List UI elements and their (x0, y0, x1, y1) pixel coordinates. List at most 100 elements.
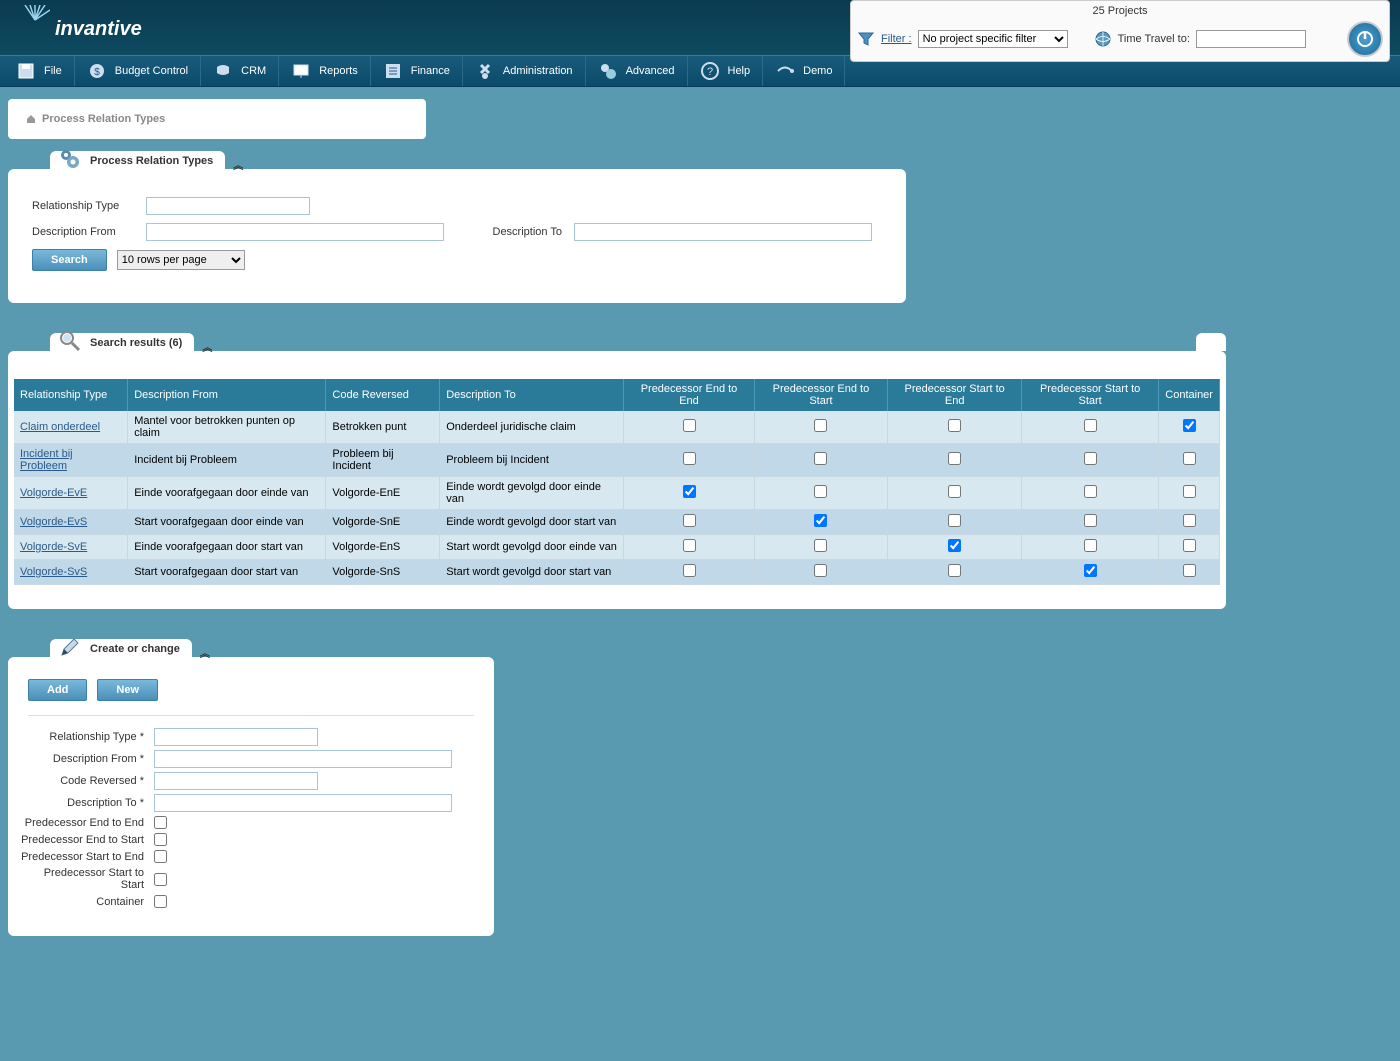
checkbox[interactable] (1084, 485, 1097, 498)
checkbox[interactable] (948, 485, 961, 498)
relationship-type-link[interactable]: Volgorde-SvE (20, 541, 87, 553)
menu-label: Advanced (626, 65, 675, 77)
checkbox[interactable] (814, 564, 827, 577)
checkbox[interactable] (948, 452, 961, 465)
advanced-icon (598, 61, 618, 81)
filter-select[interactable]: No project specific filter (918, 30, 1068, 48)
new-button[interactable]: New (97, 679, 158, 701)
timetravel-label: Time Travel to: (1118, 33, 1190, 45)
table-row: Claim onderdeel Mantel voor betrokken pun… (14, 411, 1220, 444)
checkbox[interactable] (1183, 539, 1196, 552)
relationship-type-link[interactable]: Volgorde-SvS (20, 566, 87, 578)
edit-pss-checkbox[interactable] (154, 873, 167, 886)
power-button[interactable] (1347, 21, 1383, 57)
menu-item-demo[interactable]: Demo (763, 56, 845, 86)
menu-item-crm[interactable]: CRM (201, 56, 279, 86)
edit-pes-checkbox[interactable] (154, 833, 167, 846)
checkbox[interactable] (948, 539, 961, 552)
cell: Volgorde-EnS (326, 535, 440, 560)
rows-per-page-select[interactable]: 10 rows per page (117, 250, 245, 270)
checkbox[interactable] (948, 564, 961, 577)
checkbox[interactable] (1183, 514, 1196, 527)
checkbox[interactable] (1084, 419, 1097, 432)
checkbox[interactable] (683, 452, 696, 465)
checkbox[interactable] (814, 539, 827, 552)
cell: Probleem bij Incident (440, 444, 624, 477)
logo-text: invantive (55, 18, 142, 40)
edit-pee-checkbox[interactable] (154, 816, 167, 829)
description-to-input[interactable] (574, 223, 872, 241)
search-button[interactable]: Search (32, 249, 107, 271)
menu-item-advanced[interactable]: Advanced (586, 56, 688, 86)
edit-relationship-type-input[interactable] (154, 728, 318, 746)
cell: Incident bij Probleem (128, 444, 326, 477)
description-from-input[interactable] (146, 223, 444, 241)
relationship-type-link[interactable]: Volgorde-EvS (20, 516, 87, 528)
home-icon (26, 114, 36, 124)
checkbox[interactable] (683, 485, 696, 498)
checkbox[interactable] (1084, 452, 1097, 465)
menu-item-reports[interactable]: Reports (279, 56, 371, 86)
checkbox[interactable] (683, 539, 696, 552)
relationship-type-link[interactable]: Incident bij Probleem (20, 448, 73, 472)
checkbox[interactable] (1084, 514, 1097, 527)
description-from-label: Description From (32, 226, 146, 238)
checkbox[interactable] (1183, 564, 1196, 577)
checkbox[interactable] (814, 514, 827, 527)
edit-description-to-input[interactable] (154, 794, 452, 812)
checkbox[interactable] (683, 419, 696, 432)
collapse-icon[interactable]: ︽ (233, 157, 243, 172)
edit-description-from-input[interactable] (154, 750, 452, 768)
checkbox[interactable] (948, 514, 961, 527)
cell: Einde wordt gevolgd door start van (440, 510, 624, 535)
cell: Volgorde-SnS (326, 560, 440, 585)
demo-icon (775, 61, 795, 81)
edit-container-label: Container (18, 896, 154, 908)
cell: Volgorde-EnE (326, 477, 440, 510)
collapse-icon[interactable]: ︽ (202, 339, 212, 354)
timetravel-input[interactable] (1196, 30, 1306, 48)
filter-link[interactable]: Filter : (881, 33, 912, 45)
menu-item-help[interactable]: ? Help (688, 56, 764, 86)
column-header: Predecessor Start to End (888, 379, 1022, 411)
edit-code-reversed-input[interactable] (154, 772, 318, 790)
cell: Start voorafgegaan door start van (128, 560, 326, 585)
menu-item-administration[interactable]: Administration (463, 56, 586, 86)
checkbox[interactable] (814, 452, 827, 465)
corner-tab (1196, 333, 1226, 351)
collapse-icon[interactable]: ︽ (200, 645, 210, 660)
checkbox[interactable] (1084, 564, 1097, 577)
menu-item-budget-control[interactable]: $Budget Control (75, 56, 201, 86)
checkbox[interactable] (1084, 539, 1097, 552)
search-title: Process Relation Types (90, 155, 213, 167)
relationship-type-link[interactable]: Claim onderdeel (20, 421, 100, 433)
edit-container-checkbox[interactable] (154, 895, 167, 908)
results-panel: Search results (6) ︽ Relationship TypeDe… (8, 351, 1226, 609)
checkbox[interactable] (814, 419, 827, 432)
relationship-type-link[interactable]: Volgorde-EvE (20, 487, 87, 499)
table-row: Incident bij Probleem Incident bij Proble… (14, 444, 1220, 477)
relationship-type-input[interactable] (146, 197, 310, 215)
cell: Mantel voor betrokken punten op claim (128, 411, 326, 444)
checkbox[interactable] (1183, 485, 1196, 498)
svg-text:?: ? (706, 66, 712, 78)
checkbox[interactable] (683, 514, 696, 527)
add-button[interactable]: Add (28, 679, 87, 701)
menu-item-finance[interactable]: Finance (371, 56, 463, 86)
menu-label: Help (728, 65, 751, 77)
checkbox[interactable] (1183, 452, 1196, 465)
checkbox[interactable] (814, 485, 827, 498)
checkbox[interactable] (683, 564, 696, 577)
cell: Start wordt gevolgd door start van (440, 560, 624, 585)
budget-icon: $ (87, 61, 107, 81)
table-row: Volgorde-SvEEinde voorafgegaan door star… (14, 535, 1220, 560)
edit-pes-label: Predecessor End to Start (18, 834, 154, 846)
checkbox[interactable] (1183, 419, 1196, 432)
menu-item-file[interactable]: File (4, 56, 75, 86)
column-header: Container (1159, 379, 1220, 411)
edit-pse-checkbox[interactable] (154, 850, 167, 863)
svg-text:$: $ (94, 67, 100, 78)
table-row: Volgorde-EvEEinde voorafgegaan door eind… (14, 477, 1220, 510)
edit-title: Create or change (90, 643, 180, 655)
checkbox[interactable] (948, 419, 961, 432)
